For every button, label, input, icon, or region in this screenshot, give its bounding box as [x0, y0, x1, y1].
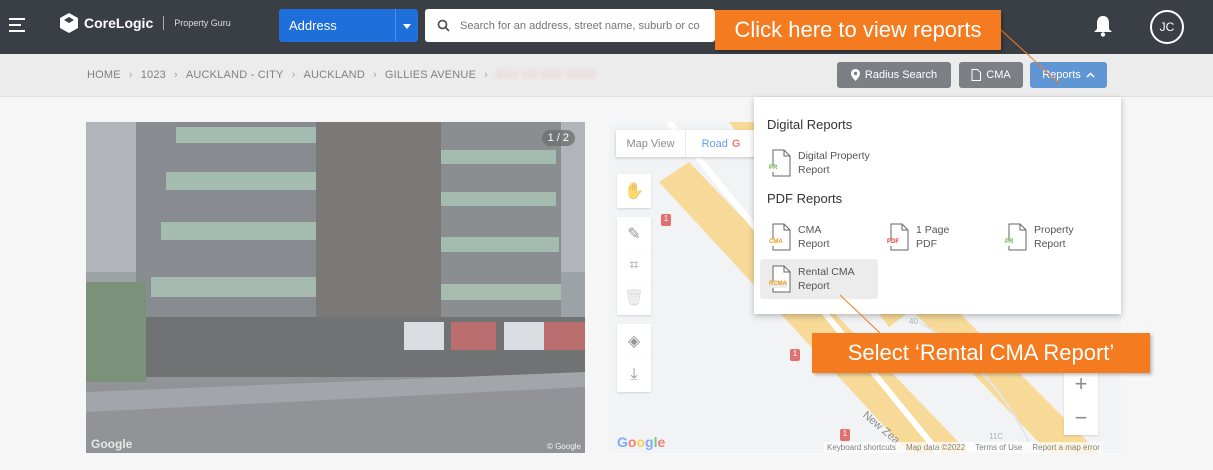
map-data-text: Map data ©2022: [905, 443, 966, 452]
cma-tag: CMA: [769, 239, 783, 246]
search-type-select[interactable]: Address: [279, 9, 418, 42]
chevron-down-icon[interactable]: [395, 9, 418, 42]
chevron-right-icon: ›: [372, 69, 377, 81]
google-g-icon: G: [731, 137, 741, 150]
document-icon: PDF: [887, 223, 910, 251]
cma-label: CMA: [986, 69, 1011, 81]
search-box[interactable]: [425, 9, 715, 42]
reports-dropdown-menu: Digital Reports PR Digital Property Repo…: [754, 97, 1121, 314]
top-navigation-bar: CoreLogic Property Guru Address JC: [0, 0, 1213, 54]
google-watermark: Google: [617, 434, 666, 450]
road-marker-icon: 1: [790, 349, 800, 361]
photo-counter: 1 / 2: [541, 130, 575, 146]
search-input[interactable]: [460, 19, 710, 32]
road-view-option[interactable]: Road G: [686, 130, 756, 157]
breadcrumb-item[interactable]: 1023: [141, 69, 166, 81]
breadcrumb-item[interactable]: AUCKLAND: [303, 69, 365, 81]
rcma-tag: RCMA: [769, 281, 787, 288]
pdf-reports-heading: PDF Reports: [767, 191, 843, 206]
breadcrumb: HOME › 1023 › AUCKLAND - CITY › AUCKLAND…: [87, 69, 596, 81]
radius-search-label: Radius Search: [864, 69, 938, 81]
document-icon: PR: [1005, 223, 1028, 251]
product-name: Property Guru: [174, 18, 231, 28]
property-report-item[interactable]: PR Property Report: [1000, 217, 1090, 257]
map-view-label[interactable]: Map View: [616, 130, 686, 157]
photo-copyright: © Google: [547, 442, 581, 451]
breadcrumb-item[interactable]: AUCKLAND - CITY: [186, 69, 284, 81]
cma-report-item[interactable]: CMA CMA Report: [764, 217, 854, 257]
digital-property-report-label: Digital Property Report: [798, 150, 870, 176]
breadcrumb-item[interactable]: GILLIES AVENUE: [385, 69, 476, 81]
search-type-value: Address: [289, 18, 337, 33]
zoom-in-icon[interactable]: +: [1075, 371, 1088, 397]
radius-search-button[interactable]: Radius Search: [837, 62, 951, 88]
notification-bell-icon[interactable]: [1093, 15, 1113, 37]
zoom-controls: + −: [1064, 367, 1098, 435]
zoom-out-icon[interactable]: −: [1075, 405, 1088, 431]
chevron-right-icon: ›: [484, 69, 488, 81]
document-icon: PR: [769, 149, 792, 177]
menu-icon[interactable]: [9, 18, 25, 32]
property-report-label: Property Report: [1034, 224, 1074, 250]
road-marker-icon: 1: [661, 214, 671, 226]
document-icon: CMA: [769, 223, 792, 251]
road-marker-icon: 1: [840, 429, 850, 441]
map-attribution: Keyboard shortcuts Map data ©2022 Terms …: [824, 442, 1103, 453]
reports-button[interactable]: Reports: [1030, 62, 1107, 88]
cma-button[interactable]: CMA: [959, 62, 1023, 88]
trash-icon[interactable]: 🗑: [617, 281, 651, 315]
draw-polygon-icon[interactable]: ⌗: [617, 251, 651, 281]
keyboard-shortcuts-link[interactable]: Keyboard shortcuts: [827, 443, 896, 452]
location-pin-icon: [850, 69, 860, 81]
search-icon: [437, 19, 450, 32]
map-toolbar: ✋ ✎ ⌗ 🗑 ◈ ⤓: [617, 174, 651, 446]
rental-cma-report-item[interactable]: RCMA Rental CMA Report: [760, 259, 878, 299]
pan-hand-icon[interactable]: ✋: [617, 174, 651, 208]
cma-report-label: CMA Report: [798, 224, 830, 250]
one-page-pdf-label: 1 Page PDF: [916, 224, 950, 250]
chevron-right-icon: ›: [173, 69, 178, 81]
chevron-up-icon: [1086, 72, 1095, 78]
chevron-right-icon: ›: [128, 69, 133, 81]
one-page-pdf-item[interactable]: PDF 1 Page PDF: [882, 217, 962, 257]
document-icon: [971, 69, 982, 81]
rental-cma-report-label: Rental CMA Report: [798, 266, 855, 292]
google-watermark: Google: [91, 437, 133, 451]
pr-tag: PR: [769, 165, 778, 172]
reports-label: Reports: [1042, 69, 1081, 81]
chevron-right-icon: ›: [291, 69, 296, 81]
brand-logo[interactable]: CoreLogic Property Guru: [60, 13, 231, 33]
measure-ruler-icon[interactable]: ✎: [617, 217, 651, 251]
breadcrumb-current-address: XXX XX XXX XXXX: [495, 69, 597, 81]
download-icon[interactable]: ⤓: [617, 358, 651, 392]
terms-link[interactable]: Terms of Use: [975, 443, 1022, 452]
breadcrumb-item[interactable]: HOME: [87, 69, 121, 81]
digital-reports-heading: Digital Reports: [767, 117, 853, 132]
property-street-view[interactable]: 1 / 2 Google © Google: [86, 122, 585, 453]
parcel-label: 11C: [989, 432, 1004, 441]
report-error-link[interactable]: Report a map error: [1032, 443, 1100, 452]
document-icon: RCMA: [769, 265, 792, 293]
pdf-tag: PDF: [887, 239, 899, 246]
rental-cma-callout: Select ‘Rental CMA Report’: [812, 333, 1150, 373]
corelogic-logo-icon: [60, 13, 78, 33]
logo-divider: [163, 16, 165, 30]
user-avatar[interactable]: JC: [1150, 10, 1184, 44]
parcel-label: 40: [909, 317, 918, 326]
reports-callout: Click here to view reports: [715, 10, 1001, 50]
pr-tag: PR: [1005, 239, 1014, 246]
road-view-label: Road: [701, 137, 728, 150]
map-type-toggle[interactable]: Map View Road G: [616, 130, 756, 157]
building-photo: [86, 122, 585, 453]
layers-icon[interactable]: ◈: [617, 324, 651, 358]
digital-property-report-item[interactable]: PR Digital Property Report: [764, 143, 889, 183]
brand-name: CoreLogic: [84, 15, 154, 31]
